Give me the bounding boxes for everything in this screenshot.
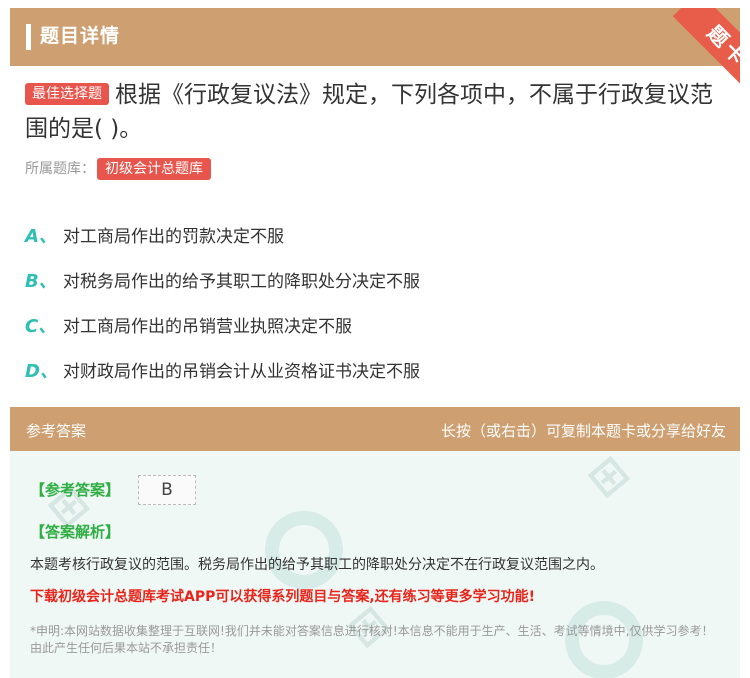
answer-body: ⊞ ⊞ ⊞ 【参考答案】 B 【答案解析】 本题考核行政复议的范围。税务局作出的…: [10, 451, 740, 678]
option-text: 对财政局作出的吊销会计从业资格证书决定不服: [63, 362, 420, 382]
option-letter: A、: [25, 225, 57, 247]
bank-name-tag[interactable]: 初级会计总题库: [97, 158, 211, 180]
option-text: 对税务局作出的给予其职工的降职处分决定不服: [63, 272, 420, 292]
answer-label: 【参考答案】: [30, 481, 121, 499]
question-type-tag: 最佳选择题: [25, 83, 109, 105]
explanation-label: 【答案解析】: [30, 523, 121, 541]
title-accent-bar: [26, 24, 31, 50]
option-letter: C、: [25, 315, 57, 337]
option-text: 对工商局作出的吊销营业执照决定不服: [63, 317, 352, 337]
option-list: A、 对工商局作出的罚款决定不服 B、 对税务局作出的给予其职工的降职处分决定不…: [25, 212, 725, 392]
answer-value[interactable]: B: [138, 475, 196, 505]
option-a[interactable]: A、 对工商局作出的罚款决定不服: [25, 212, 725, 257]
bank-label: 所属题库：: [25, 161, 95, 177]
option-letter: B、: [25, 270, 57, 292]
answer-header: 参考答案 长按（或右击）可复制本题卡或分享给好友: [10, 407, 740, 451]
question-stem: 最佳选择题 根据《行政复议法》规定，下列各项中，不属于行政复议范围的是( )。: [25, 78, 725, 146]
watermark-ring-icon: [265, 511, 343, 589]
option-text: 对工商局作出的罚款决定不服: [63, 227, 284, 247]
explanation-text: 本题考核行政复议的范围。税务局作出的给予其职工的降职处分决定不在行政复议范围之内…: [30, 557, 604, 573]
watermark-glyph-icon: ⊞: [577, 451, 639, 508]
app-promo-link[interactable]: 下载初级会计总题库考试APP可以获得系列题目与答案,还有练习等更多学习功能!: [30, 586, 535, 606]
option-c[interactable]: C、 对工商局作出的吊销营业执照决定不服: [25, 302, 725, 347]
disclaimer-text: *申明:本网站数据收集整理于互联网!我们并未能对答案信息进行核对!本信息不能用于…: [30, 624, 714, 655]
option-letter: D、: [25, 360, 58, 382]
share-hint: 长按（或右击）可复制本题卡或分享给好友: [440, 422, 726, 440]
option-b[interactable]: B、 对税务局作出的给予其职工的降职处分决定不服: [25, 257, 725, 302]
question-text: 根据《行政复议法》规定，下列各项中，不属于行政复议范围的是( )。: [25, 82, 713, 142]
answer-section-title: 参考答案: [26, 422, 87, 440]
question-bank-line: 所属题库： 初级会计总题库: [25, 158, 211, 180]
header-bar: 题目详情 题卡: [10, 8, 740, 98]
option-d[interactable]: D、 对财政局作出的吊销会计从业资格证书决定不服: [25, 347, 725, 392]
page-title: 题目详情: [40, 25, 121, 47]
